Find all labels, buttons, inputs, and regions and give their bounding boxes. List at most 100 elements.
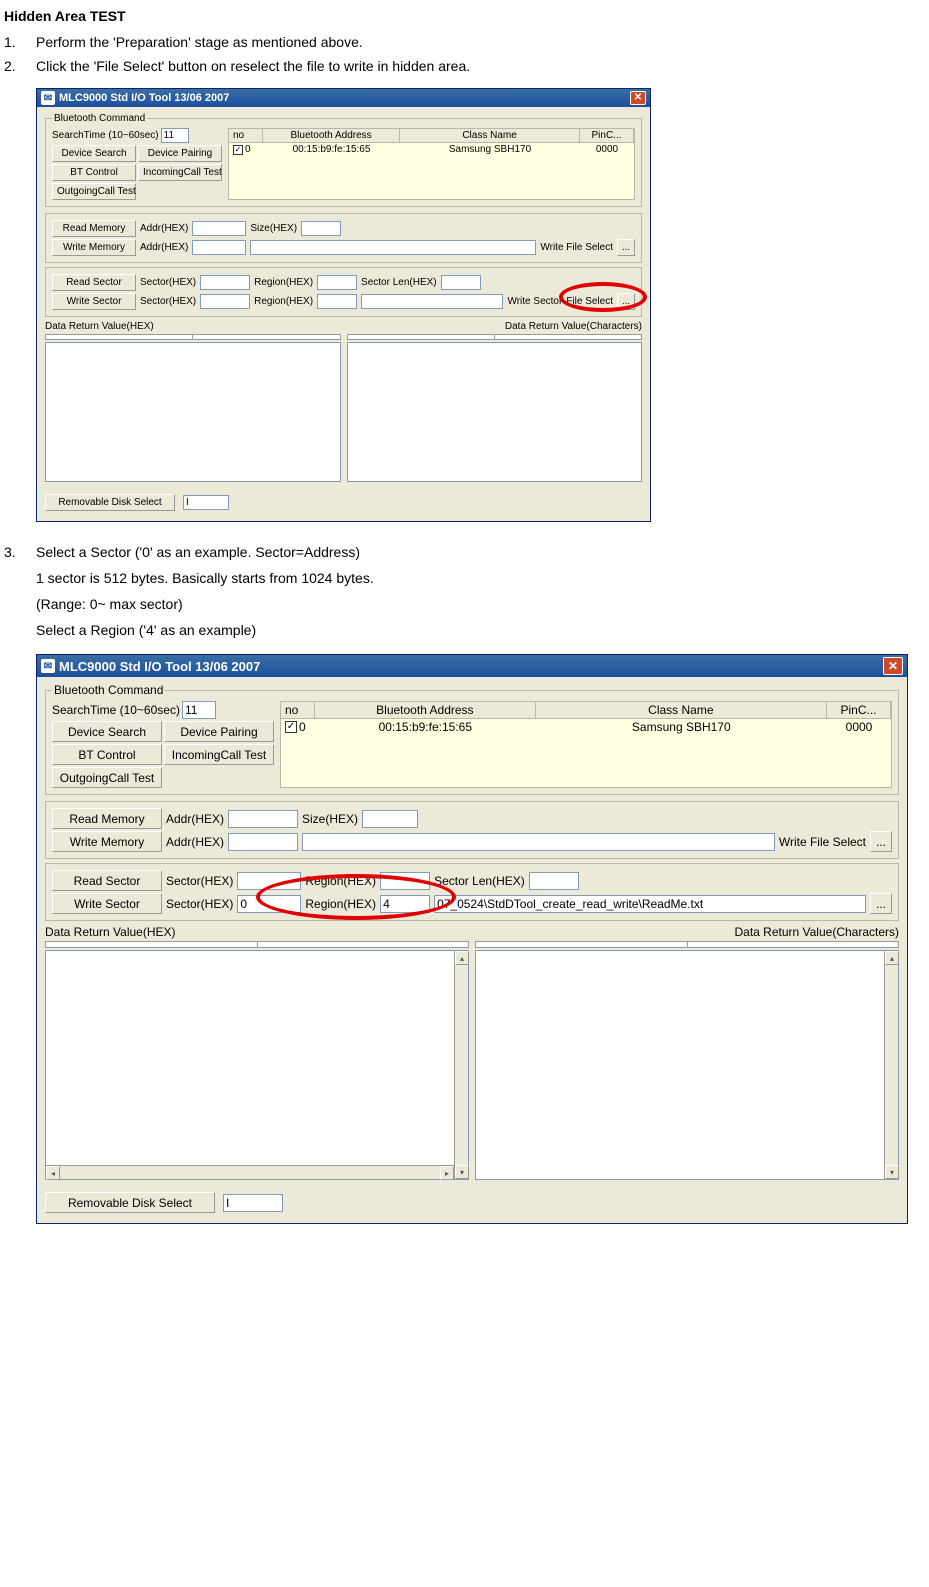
removable-disk-select-button[interactable]: Removable Disk Select xyxy=(45,1192,215,1213)
sector-input[interactable] xyxy=(200,275,250,290)
addr-label: Addr(HEX) xyxy=(166,835,224,849)
sector-len-input[interactable] xyxy=(441,275,481,290)
sector-input-2[interactable] xyxy=(237,895,301,913)
scroll-down-icon[interactable]: ▾ xyxy=(455,1165,469,1179)
sector-group: Read Sector Sector(HEX) Region(HEX) Sect… xyxy=(45,267,642,317)
titlebar: ✉ MLC9000 Std I/O Tool 13/06 2007 ✕ xyxy=(37,89,650,107)
step-text: Perform the 'Preparation' stage as menti… xyxy=(36,34,925,50)
sector-file-path[interactable] xyxy=(434,895,866,913)
disk-letter-input[interactable] xyxy=(183,495,229,510)
sector-label: Sector(HEX) xyxy=(140,296,196,307)
scroll-right-icon[interactable]: ▸ xyxy=(440,1166,454,1180)
sector-len-label: Sector Len(HEX) xyxy=(434,874,525,888)
searchtime-input[interactable] xyxy=(161,128,189,143)
table-row[interactable]: ✓0 00:15:b9:fe:15:65 Samsung SBH170 0000 xyxy=(281,719,891,735)
row-class: Samsung SBH170 xyxy=(536,719,827,735)
sector-input[interactable] xyxy=(237,872,301,890)
write-sector-button[interactable]: Write Sector xyxy=(52,293,136,310)
device-search-button[interactable]: Device Search xyxy=(52,721,162,742)
bt-control-button[interactable]: BT Control xyxy=(52,744,162,765)
scrollbar-horizontal[interactable]: ◂ ▸ xyxy=(46,1165,454,1179)
write-sector-button[interactable]: Write Sector xyxy=(52,893,162,914)
sector-input-2[interactable] xyxy=(200,294,250,309)
incoming-call-test-button[interactable]: IncomingCall Test xyxy=(138,164,222,181)
device-pairing-button[interactable]: Device Pairing xyxy=(164,721,274,742)
read-sector-button[interactable]: Read Sector xyxy=(52,274,136,291)
size-input[interactable] xyxy=(362,810,418,828)
bluetooth-legend: Bluetooth Command xyxy=(52,113,147,124)
scroll-up-icon[interactable]: ▴ xyxy=(455,951,469,965)
write-file-path[interactable] xyxy=(250,240,536,255)
step-number: 2. xyxy=(4,58,36,74)
row-pin: 0000 xyxy=(827,719,891,735)
device-search-button[interactable]: Device Search xyxy=(52,145,136,162)
step-3: 3. Select a Sector ('0' as an example. S… xyxy=(4,544,925,560)
browse-button[interactable]: ... xyxy=(617,239,635,256)
scrollbar-vertical[interactable]: ▴ ▾ xyxy=(454,951,468,1179)
col-address: Bluetooth Address xyxy=(315,702,536,718)
file-select-browse-button[interactable]: ... xyxy=(617,293,635,310)
close-icon[interactable]: ✕ xyxy=(630,91,646,105)
col-no: no xyxy=(229,129,263,142)
app-icon: ✉ xyxy=(41,659,55,673)
step-number: 3. xyxy=(4,544,36,560)
bluetooth-command-group: Bluetooth Command SearchTime (10~60sec) … xyxy=(45,683,899,795)
check-icon[interactable]: ✓ xyxy=(285,721,297,733)
close-icon[interactable]: ✕ xyxy=(883,657,903,675)
removable-disk-select-button[interactable]: Removable Disk Select xyxy=(45,494,175,511)
scrollbar-vertical[interactable]: ▴ ▾ xyxy=(884,951,898,1179)
device-pairing-button[interactable]: Device Pairing xyxy=(138,145,222,162)
step-text: Click the 'File Select' button on resele… xyxy=(36,58,925,74)
addr-input[interactable] xyxy=(192,221,246,236)
drv-hex-textarea[interactable] xyxy=(45,342,341,482)
file-select-browse-button[interactable]: ... xyxy=(870,893,892,914)
col-pin: PinC... xyxy=(827,702,891,718)
drv-char-label: Data Return Value(Characters) xyxy=(347,321,643,332)
drv-char-textarea[interactable] xyxy=(347,342,643,482)
table-row[interactable]: ✓0 00:15:b9:fe:15:65 Samsung SBH170 0000 xyxy=(229,143,634,156)
check-icon[interactable]: ✓ xyxy=(233,145,243,155)
region-label: Region(HEX) xyxy=(254,277,313,288)
write-memory-button[interactable]: Write Memory xyxy=(52,831,162,852)
bt-control-button[interactable]: BT Control xyxy=(52,164,136,181)
step-1: 1. Perform the 'Preparation' stage as me… xyxy=(4,34,925,50)
row-address: 00:15:b9:fe:15:65 xyxy=(263,143,400,156)
file-select-label: File Select xyxy=(566,296,613,307)
browse-button[interactable]: ... xyxy=(870,831,892,852)
outgoing-call-test-button[interactable]: OutgoingCall Test xyxy=(52,767,162,788)
region-input[interactable] xyxy=(317,275,357,290)
col-class: Class Name xyxy=(536,702,827,718)
outgoing-call-test-button[interactable]: OutgoingCall Test xyxy=(52,183,136,200)
size-input[interactable] xyxy=(301,221,341,236)
addr-input-2[interactable] xyxy=(228,833,298,851)
region-input[interactable] xyxy=(380,872,430,890)
write-memory-button[interactable]: Write Memory xyxy=(52,239,136,256)
read-sector-button[interactable]: Read Sector xyxy=(52,870,162,891)
addr-label: Addr(HEX) xyxy=(166,812,224,826)
sector-file-path[interactable] xyxy=(361,294,503,309)
drv-hex-textarea[interactable]: ▴ ▾ ◂ ▸ xyxy=(45,950,469,1180)
region-label: Region(HEX) xyxy=(254,296,313,307)
read-memory-button[interactable]: Read Memory xyxy=(52,220,136,237)
write-file-path[interactable] xyxy=(302,833,775,851)
step-2: 2. Click the 'File Select' button on res… xyxy=(4,58,925,74)
searchtime-input[interactable] xyxy=(182,701,216,719)
disk-letter-input[interactable] xyxy=(223,1194,283,1212)
device-table: no Bluetooth Address Class Name PinC... … xyxy=(280,701,892,788)
scroll-up-icon[interactable]: ▴ xyxy=(885,951,899,965)
region-label: Region(HEX) xyxy=(305,874,376,888)
read-memory-button[interactable]: Read Memory xyxy=(52,808,162,829)
region-input-2[interactable] xyxy=(380,895,430,913)
write-sector-label: Write Sector xyxy=(507,296,562,307)
sector-len-input[interactable] xyxy=(529,872,579,890)
scroll-down-icon[interactable]: ▾ xyxy=(885,1165,899,1179)
region-label: Region(HEX) xyxy=(305,897,376,911)
drv-char-textarea[interactable]: ▴ ▾ xyxy=(475,950,899,1180)
addr-input[interactable] xyxy=(228,810,298,828)
scroll-left-icon[interactable]: ◂ xyxy=(46,1166,60,1180)
sector-group: Read Sector Sector(HEX) Region(HEX) Sect… xyxy=(45,863,899,921)
region-input-2[interactable] xyxy=(317,294,357,309)
step-number: 1. xyxy=(4,34,36,50)
addr-input-2[interactable] xyxy=(192,240,246,255)
incoming-call-test-button[interactable]: IncomingCall Test xyxy=(164,744,274,765)
